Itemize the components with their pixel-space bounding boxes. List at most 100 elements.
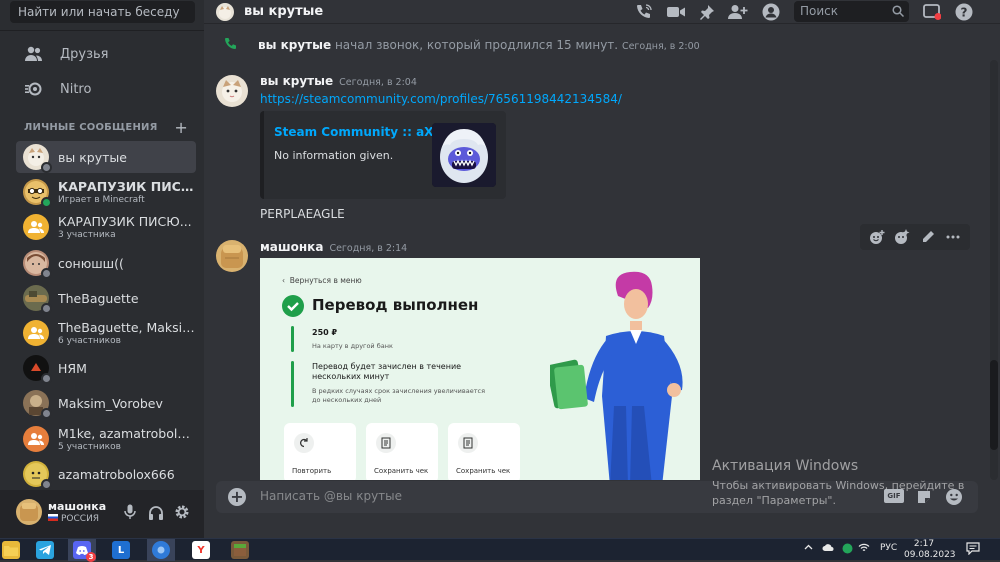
telegram-icon[interactable] bbox=[36, 541, 54, 559]
system-clock[interactable]: 2:17 09.08.2023 bbox=[904, 539, 956, 561]
dm-item-azamatrobolox666[interactable]: azamatrobolox666 bbox=[16, 458, 196, 490]
user-profile-icon[interactable] bbox=[761, 2, 781, 22]
user-status-text: РОССИЯ bbox=[61, 514, 100, 524]
bank-back-link: ‹ Вернуться в меню bbox=[282, 276, 362, 285]
dm-activity: Играет в Minecraft bbox=[58, 195, 145, 205]
sidebar-divider bbox=[0, 30, 204, 31]
message-author[interactable]: вы крутые bbox=[260, 74, 333, 88]
dm-item-vy-krutye[interactable]: вы крутые bbox=[16, 141, 196, 173]
discord-window: Найти или начать беседу Друзья Nitro ЛИЧ… bbox=[0, 0, 1000, 538]
nav-nitro[interactable]: Nitro bbox=[16, 74, 196, 104]
avatar bbox=[23, 355, 52, 384]
more-options-icon[interactable] bbox=[944, 228, 962, 246]
nav-friends-label: Друзья bbox=[60, 46, 109, 62]
dm-item-thebaguette[interactable]: TheBaguette bbox=[16, 282, 196, 314]
channel-avatar bbox=[216, 3, 234, 21]
yandex-browser-icon[interactable]: Y bbox=[192, 541, 210, 559]
message-author-avatar[interactable] bbox=[216, 75, 248, 107]
attached-image-bank-transfer[interactable]: ‹ Вернуться в меню Перевод выполнен 250 … bbox=[260, 258, 700, 480]
avatar bbox=[23, 250, 52, 279]
steam-profile-link[interactable]: https://steamcommunity.com/profiles/7656… bbox=[260, 92, 622, 106]
user-status: РОССИЯ bbox=[48, 514, 99, 524]
help-icon[interactable]: ? bbox=[954, 2, 974, 22]
dm-members: 6 участников bbox=[58, 336, 121, 346]
dm-item-m1ke-group[interactable]: M1ke, azamatrobolox... 5 участников bbox=[16, 423, 196, 455]
dm-header-label: ЛИЧНЫЕ СООБЩЕНИЯ bbox=[24, 122, 158, 133]
circle-app-icon[interactable] bbox=[152, 541, 170, 559]
status-indicator bbox=[41, 162, 52, 173]
message-author[interactable]: машонка bbox=[260, 240, 323, 254]
tray-app-icon[interactable] bbox=[842, 543, 853, 557]
dm-name: НЯМ bbox=[58, 360, 87, 376]
check-success-icon bbox=[282, 295, 304, 317]
group-avatar bbox=[23, 214, 49, 240]
dm-item-nyam[interactable]: НЯМ bbox=[16, 352, 196, 384]
dm-item-sonyushsh[interactable]: сонюшш(( bbox=[16, 247, 196, 279]
nav-friends[interactable]: Друзья bbox=[16, 39, 196, 69]
call-system-message: вы крутые начал звонок, который продлилс… bbox=[224, 37, 700, 54]
nav-nitro-label: Nitro bbox=[60, 81, 92, 97]
embed-title-link[interactable]: Steam Community :: aXEL bbox=[274, 125, 449, 139]
minecraft-icon[interactable] bbox=[231, 541, 249, 559]
bank-amount-sub: На карту в другой банк bbox=[312, 342, 393, 350]
channel-header: вы крутые Поиск ? bbox=[204, 0, 1000, 24]
bank-card-repeat: Повторить bbox=[284, 423, 356, 480]
inbox-icon[interactable] bbox=[922, 2, 942, 22]
scrollbar-thumb[interactable] bbox=[990, 360, 998, 450]
dm-item-maksim-vorobev[interactable]: Maksim_Vorobev bbox=[16, 387, 196, 419]
header-search-input[interactable]: Поиск bbox=[794, 1, 909, 22]
discord-unread-badge: 3 bbox=[86, 552, 96, 562]
app-l-icon[interactable]: L bbox=[112, 541, 130, 559]
bank-transfer-title: Перевод выполнен bbox=[312, 296, 479, 314]
windows-activation-text: Чтобы активировать Windows, перейдите в … bbox=[712, 479, 965, 507]
find-conversation-button[interactable]: Найти или начать беседу bbox=[10, 1, 195, 23]
dm-item-karapuzik-group[interactable]: КАРАПУЗИК ПИСЮ... 3 участника bbox=[16, 211, 196, 243]
keyboard-language[interactable]: РУС bbox=[880, 543, 897, 553]
microphone-icon[interactable] bbox=[120, 502, 140, 522]
dm-name: КАРАПУЗИК ПИСЮ... bbox=[58, 179, 196, 194]
avatar bbox=[23, 179, 52, 208]
notifications-icon[interactable] bbox=[966, 542, 980, 558]
bank-card-label: Сохранить чек bbox=[374, 467, 429, 475]
discord-icon[interactable]: 3 bbox=[73, 541, 96, 562]
group-avatar bbox=[23, 320, 49, 346]
call-author[interactable]: вы крутые bbox=[258, 38, 331, 52]
add-reaction-icon[interactable] bbox=[868, 228, 886, 246]
status-indicator bbox=[41, 268, 52, 279]
add-friends-to-dm-icon[interactable] bbox=[728, 2, 748, 22]
pinned-messages-icon[interactable] bbox=[697, 2, 717, 22]
message-author-avatar[interactable] bbox=[216, 240, 248, 272]
message-input-placeholder[interactable]: Написать @вы крутые bbox=[260, 489, 402, 503]
windows-activation-title: Активация Windows bbox=[712, 458, 859, 474]
status-online-indicator bbox=[41, 197, 52, 208]
headphones-icon[interactable] bbox=[146, 502, 166, 522]
create-dm-plus-icon[interactable]: + bbox=[174, 118, 188, 137]
file-explorer-icon[interactable] bbox=[2, 541, 20, 559]
link-embed: Steam Community :: aXEL No information g… bbox=[260, 111, 506, 199]
super-reaction-icon[interactable] bbox=[893, 228, 911, 246]
video-call-icon[interactable] bbox=[666, 2, 686, 22]
tray-chevron-up-icon[interactable] bbox=[804, 543, 813, 553]
status-indicator bbox=[41, 408, 52, 419]
status-indicator bbox=[41, 303, 52, 314]
edit-pencil-icon[interactable] bbox=[919, 228, 937, 246]
search-icon bbox=[892, 5, 905, 20]
attach-plus-icon[interactable]: + bbox=[228, 488, 246, 506]
network-wifi-icon[interactable] bbox=[858, 543, 870, 556]
repeat-icon bbox=[294, 433, 314, 453]
call-text: начал звонок, который продлился 15 минут… bbox=[331, 38, 619, 52]
voice-call-icon[interactable] bbox=[634, 2, 654, 22]
dm-item-thebaguette-group[interactable]: TheBaguette, Maksim... 6 участников bbox=[16, 317, 196, 349]
bank-card-save-receipt: Сохранить чек bbox=[366, 423, 438, 480]
dm-item-karapuzik[interactable]: КАРАПУЗИК ПИСЮ... Играет в Minecraft bbox=[16, 176, 196, 208]
embed-thumbnail[interactable] bbox=[432, 123, 496, 187]
channel-title: вы крутые bbox=[244, 4, 324, 19]
settings-gear-icon[interactable] bbox=[172, 502, 192, 522]
user-avatar[interactable] bbox=[16, 499, 42, 525]
dm-name: M1ke, azamatrobolox... bbox=[58, 426, 196, 441]
bank-card-save-receipt-2: Сохранить чек bbox=[448, 423, 520, 480]
message-scrollbar[interactable] bbox=[990, 60, 998, 480]
dm-sidebar: Найти или начать беседу Друзья Nitro ЛИЧ… bbox=[0, 0, 204, 538]
tray-cloud-icon[interactable] bbox=[822, 543, 834, 555]
bank-note-line-1: Перевод будет зачислен в течение bbox=[312, 362, 462, 371]
